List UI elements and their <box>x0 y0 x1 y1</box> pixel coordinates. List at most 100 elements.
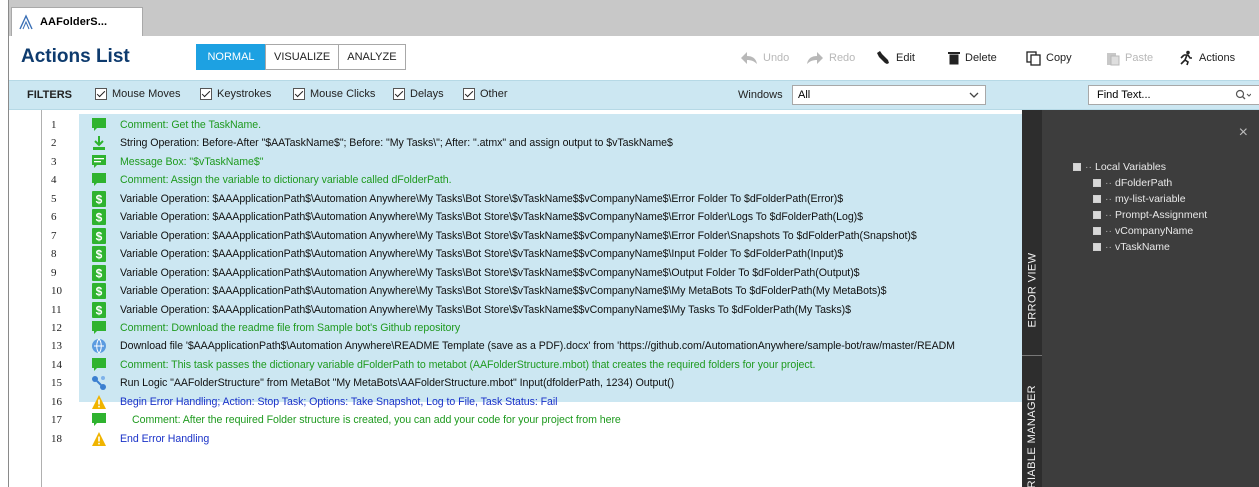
comment-icon <box>91 320 107 336</box>
action-text: Comment: This task passes the dictionary… <box>120 358 816 371</box>
copy-button[interactable]: Copy <box>1026 48 1072 68</box>
variable-item[interactable]: ·· my-list-variable <box>1093 191 1207 207</box>
windows-selected-value: All <box>798 89 811 101</box>
filter-other[interactable]: Other <box>463 88 508 100</box>
toolbar: Actions List NORMAL VISUALIZE ANALYZE Un… <box>9 36 1259 80</box>
copy-label: Copy <box>1046 52 1072 64</box>
expand-icon[interactable] <box>1093 243 1101 251</box>
task-row[interactable]: 9 $ Variable Operation: $AAApplicationPath… <box>9 264 1022 282</box>
mode-analyze-button[interactable]: ANALYZE <box>338 44 406 70</box>
copy-icon <box>1026 50 1041 66</box>
tab-variable-manager[interactable]: VARIABLE MANAGER <box>1022 365 1042 487</box>
undo-button[interactable]: Undo <box>740 48 789 68</box>
line-number: 16 <box>51 395 62 408</box>
filter-delays[interactable]: Delays <box>393 88 444 100</box>
page-title: Actions List <box>21 46 130 67</box>
expand-icon[interactable] <box>1093 227 1101 235</box>
expand-icon[interactable] <box>1093 195 1101 203</box>
edit-button[interactable]: Edit <box>875 48 915 68</box>
run-logic-icon <box>91 375 107 391</box>
variable-item[interactable]: ·· dFolderPath <box>1093 175 1207 191</box>
task-row[interactable]: 3 Message Box: "$vTaskName$" <box>9 153 1022 171</box>
variable-item[interactable]: ·· vTaskName <box>1093 239 1207 255</box>
filter-mouse-moves[interactable]: Mouse Moves <box>95 88 180 100</box>
task-row[interactable]: 14 Comment: This task passes the dictiona… <box>9 356 1022 374</box>
tree-connector: ·· <box>1105 209 1112 221</box>
task-row[interactable]: 11 $ Variable Operation: $AAApplicationPat… <box>9 301 1022 319</box>
document-tab-label: AAFolderS... <box>40 16 108 28</box>
keystrokes-checkbox[interactable] <box>200 88 212 100</box>
variable-name: Prompt-Assignment <box>1115 209 1208 221</box>
mode-visualize-button[interactable]: VISUALIZE <box>265 44 340 70</box>
task-row[interactable]: 13 Download file '$AAApplicationPath$\Aut… <box>9 337 1022 355</box>
task-row[interactable]: 6 $ Variable Operation: $AAApplicationPath… <box>9 208 1022 226</box>
delays-checkbox[interactable] <box>393 88 405 100</box>
variable-operation-icon: $ <box>91 227 107 244</box>
mouse-moves-checkbox[interactable] <box>95 88 107 100</box>
redo-button[interactable]: Redo <box>806 48 855 68</box>
document-tab[interactable]: AAFolderS... <box>11 7 143 36</box>
line-number: 3 <box>51 155 57 168</box>
filter-keystrokes[interactable]: Keystrokes <box>200 88 271 100</box>
tree-connector: ·· <box>1105 177 1112 189</box>
task-row[interactable]: 1 Comment: Get the TaskName. <box>9 116 1022 134</box>
close-icon[interactable]: × <box>1239 124 1248 142</box>
task-row[interactable]: 12 Comment: Download the readme file from… <box>9 319 1022 337</box>
tree-root-local-variables[interactable]: ·· Local Variables <box>1073 159 1207 175</box>
task-row[interactable]: 8 $ Variable Operation: $AAApplicationPath… <box>9 245 1022 263</box>
action-text: String Operation: Before-After "$AATaskN… <box>120 137 673 150</box>
variable-item[interactable]: ·· vCompanyName <box>1093 223 1207 239</box>
tab-strip: AAFolderS... <box>9 0 1259 37</box>
find-text-input[interactable]: Find Text... <box>1088 85 1259 105</box>
search-icon[interactable] <box>1235 89 1251 101</box>
variable-name: vCompanyName <box>1115 225 1194 237</box>
collapse-icon[interactable] <box>1073 163 1081 171</box>
mode-normal-button[interactable]: NORMAL <box>196 44 266 70</box>
expand-icon[interactable] <box>1093 179 1101 187</box>
line-number: 4 <box>51 174 57 187</box>
variable-item[interactable]: ·· Prompt-Assignment <box>1093 207 1207 223</box>
svg-text:$: $ <box>96 285 103 299</box>
tab-variable-manager-label: VARIABLE MANAGER <box>1026 384 1038 487</box>
action-text: Variable Operation: $AAApplicationPath$\… <box>120 229 917 242</box>
tab-divider <box>1022 355 1042 356</box>
task-row[interactable]: 2 String Operation: Before-After "$AATask… <box>9 134 1022 152</box>
tree-root-label: Local Variables <box>1095 161 1167 173</box>
svg-text:$: $ <box>96 303 103 317</box>
windows-dropdown[interactable]: All <box>792 85 986 105</box>
task-row[interactable]: 4 Comment: Assign the variable to diction… <box>9 171 1022 189</box>
task-row[interactable]: 10 $ Variable Operation: $AAApplicationPat… <box>9 282 1022 300</box>
expand-icon[interactable] <box>1093 211 1101 219</box>
tab-error-view[interactable]: ERROR VIEW <box>1022 235 1042 345</box>
side-panel: ERROR VIEW VARIABLE MANAGER × ·· Local V… <box>1022 110 1259 487</box>
variable-name: vTaskName <box>1115 241 1170 253</box>
mouse-clicks-checkbox[interactable] <box>293 88 305 100</box>
task-row[interactable]: 18 End Error Handling <box>9 430 1022 448</box>
task-row[interactable]: 7 $ Variable Operation: $AAApplicationPath… <box>9 227 1022 245</box>
download-file-icon <box>91 338 107 354</box>
line-number: 15 <box>51 377 62 390</box>
line-number: 17 <box>51 414 62 427</box>
paste-button[interactable]: Paste <box>1106 48 1153 68</box>
action-text: Variable Operation: $AAApplicationPath$\… <box>120 285 887 298</box>
automation-anywhere-logo-icon <box>19 14 33 30</box>
filter-mouse-clicks[interactable]: Mouse Clicks <box>293 88 375 100</box>
variable-operation-icon: $ <box>91 301 107 318</box>
find-text-placeholder: Find Text... <box>1097 89 1151 101</box>
task-row[interactable]: 15 Run Logic "AAFolderStructure" from Met… <box>9 374 1022 392</box>
action-text: End Error Handling <box>120 432 210 445</box>
app-window: AAFolderS... Actions List NORMAL VISUALI… <box>8 0 1259 487</box>
task-row[interactable]: 16 Begin Error Handling; Action: Stop Tas… <box>9 393 1022 411</box>
running-person-icon <box>1180 50 1192 66</box>
task-row[interactable]: 17 Comment: After the required Folder str… <box>9 411 1022 429</box>
variable-operation-icon: $ <box>91 264 107 281</box>
other-checkbox[interactable] <box>463 88 475 100</box>
chevron-down-icon <box>969 92 979 98</box>
action-text: Comment: Download the readme file from S… <box>120 321 461 334</box>
actions-button[interactable]: Actions <box>1178 48 1235 68</box>
action-text: Variable Operation: $AAApplicationPath$\… <box>120 303 851 316</box>
delete-button[interactable]: Delete <box>948 48 997 68</box>
action-text: Variable Operation: $AAApplicationPath$\… <box>120 248 844 261</box>
warning-icon <box>91 394 107 410</box>
task-row[interactable]: 5 $ Variable Operation: $AAApplicationPath… <box>9 190 1022 208</box>
